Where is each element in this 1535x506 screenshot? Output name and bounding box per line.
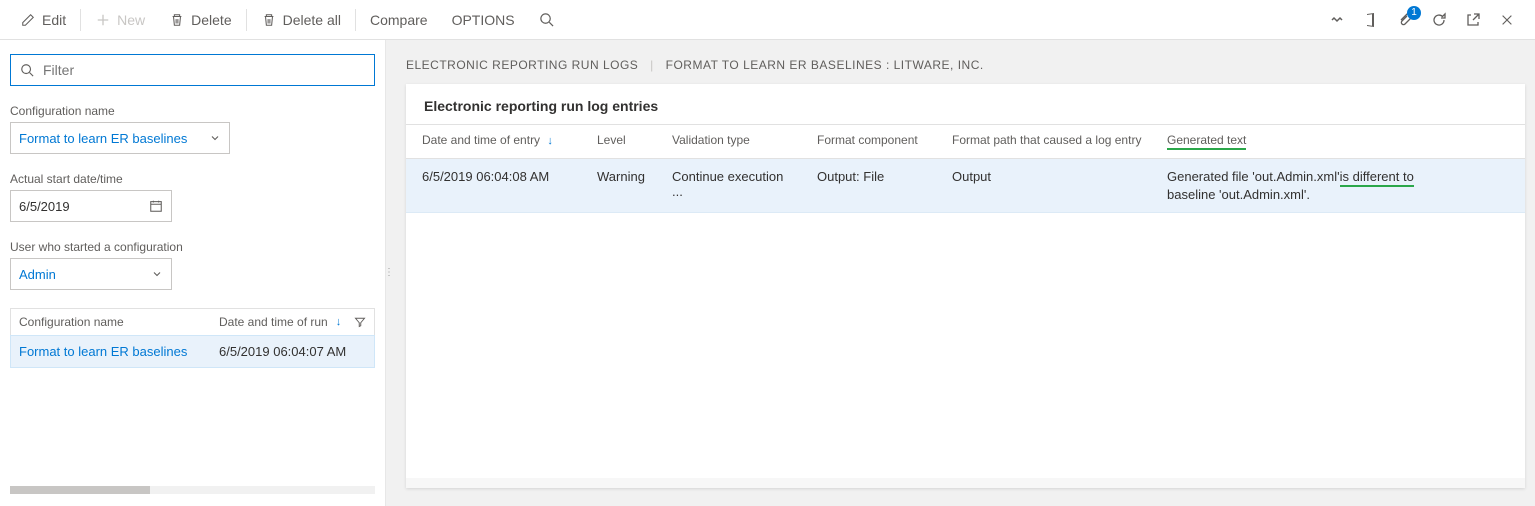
col-format-component[interactable]: Format component <box>807 133 942 150</box>
cell-format-component: Output: File <box>807 169 942 184</box>
plus-icon <box>95 12 111 28</box>
grid-header: Date and time of entry ↓ Level Validatio… <box>406 125 1525 159</box>
col-datetime[interactable]: Date and time of entry ↓ <box>412 133 587 150</box>
refresh-icon[interactable] <box>1431 12 1447 28</box>
chevron-down-icon <box>209 132 221 144</box>
config-name-value: Format to learn ER baselines <box>19 131 187 146</box>
col-generated-text[interactable]: Generated text <box>1157 133 1519 150</box>
col-format-path[interactable]: Format path that caused a log entry <box>942 133 1157 150</box>
scrollbar-thumb[interactable] <box>10 486 150 494</box>
filter-input-wrap[interactable] <box>10 54 375 86</box>
cell-level: Warning <box>587 169 662 184</box>
log-panel: Electronic reporting run log entries Dat… <box>406 84 1525 488</box>
breadcrumb-root[interactable]: ELECTRONIC REPORTING RUN LOGS <box>406 58 638 72</box>
search-button[interactable] <box>527 0 567 40</box>
col-run-time[interactable]: Date and time of run ↓ <box>219 315 366 329</box>
sort-down-icon: ↓ <box>336 316 342 328</box>
run-list-header: Configuration name Date and time of run … <box>10 308 375 335</box>
row-run-time: 6/5/2019 06:04:07 AM <box>219 344 366 359</box>
log-grid: Date and time of entry ↓ Level Validatio… <box>406 125 1525 478</box>
panel-title: Electronic reporting run log entries <box>406 84 1525 125</box>
toolbar-separator <box>355 9 356 31</box>
search-icon <box>539 12 555 28</box>
office-icon[interactable] <box>1363 12 1379 28</box>
delete-label: Delete <box>191 12 231 28</box>
popout-icon[interactable] <box>1465 12 1481 28</box>
notification-badge: 1 <box>1407 6 1421 20</box>
delete-all-label: Delete all <box>283 12 341 28</box>
col-datetime-label: Date and time of entry <box>422 133 540 147</box>
grid-row[interactable]: 6/5/2019 06:04:08 AM Warning Continue ex… <box>406 159 1525 213</box>
start-date-input[interactable]: 6/5/2019 <box>10 190 172 222</box>
left-pane: Configuration name Format to learn ER ba… <box>0 40 386 506</box>
compare-button[interactable]: Compare <box>358 0 440 40</box>
start-date-label: Actual start date/time <box>10 172 375 186</box>
toolbar-right: 1 <box>1329 12 1527 28</box>
calendar-icon <box>149 199 163 213</box>
main-area: Configuration name Format to learn ER ba… <box>0 40 1535 506</box>
start-date-field: Actual start date/time 6/5/2019 <box>10 172 375 222</box>
trash-icon <box>169 12 185 28</box>
cell-format-path: Output <box>942 169 1157 184</box>
col-run-time-label: Date and time of run <box>219 315 328 329</box>
attachments-button[interactable]: 1 <box>1397 12 1413 28</box>
edit-button[interactable]: Edit <box>8 0 78 40</box>
user-value: Admin <box>19 267 56 282</box>
user-select[interactable]: Admin <box>10 258 172 290</box>
sort-down-icon: ↓ <box>547 135 553 147</box>
app-toolbar: Edit New Delete Delete all Compare OPTIO… <box>0 0 1535 40</box>
cell-validation: Continue execution ... <box>662 169 807 199</box>
breadcrumb: ELECTRONIC REPORTING RUN LOGS | FORMAT T… <box>406 58 1525 72</box>
filter-icon[interactable] <box>354 316 366 328</box>
user-field: User who started a configuration Admin <box>10 240 375 290</box>
panel-scrollbar[interactable] <box>406 478 1525 488</box>
gen-text-highlight: is different to <box>1340 169 1414 187</box>
breadcrumb-current: FORMAT TO LEARN ER BASELINES : LITWARE, … <box>666 58 984 72</box>
filter-input[interactable] <box>41 61 366 79</box>
link-icon[interactable] <box>1329 12 1345 28</box>
trash-icon <box>261 12 277 28</box>
cell-datetime: 6/5/2019 06:04:08 AM <box>412 169 587 184</box>
col-generated-text-label: Generated text <box>1167 133 1246 150</box>
config-name-field: Configuration name Format to learn ER ba… <box>10 104 375 154</box>
close-icon[interactable] <box>1499 12 1515 28</box>
user-label: User who started a configuration <box>10 240 375 254</box>
toolbar-separator <box>246 9 247 31</box>
options-button[interactable]: OPTIONS <box>440 0 527 40</box>
right-pane: ELECTRONIC REPORTING RUN LOGS | FORMAT T… <box>392 40 1535 506</box>
delete-button[interactable]: Delete <box>157 0 243 40</box>
col-level[interactable]: Level <box>587 133 662 150</box>
pencil-icon <box>20 12 36 28</box>
cell-generated-text: Generated file 'out.Admin.xml' is differ… <box>1157 169 1519 202</box>
options-label: OPTIONS <box>452 12 515 28</box>
config-name-label: Configuration name <box>10 104 375 118</box>
run-list-row[interactable]: Format to learn ER baselines 6/5/2019 06… <box>10 335 375 368</box>
config-name-select[interactable]: Format to learn ER baselines <box>10 122 230 154</box>
gen-text-part3: baseline 'out.Admin.xml'. <box>1167 187 1310 202</box>
row-config-name: Format to learn ER baselines <box>19 344 219 359</box>
compare-label: Compare <box>370 12 428 28</box>
new-label: New <box>117 12 145 28</box>
toolbar-separator <box>80 9 81 31</box>
left-scrollbar[interactable] <box>10 486 375 496</box>
gen-text-part1: Generated file 'out.Admin.xml' <box>1167 169 1340 184</box>
col-validation[interactable]: Validation type <box>662 133 807 150</box>
delete-all-button[interactable]: Delete all <box>249 0 353 40</box>
col-config-name[interactable]: Configuration name <box>19 315 219 329</box>
chevron-down-icon <box>151 268 163 280</box>
breadcrumb-separator: | <box>650 58 654 72</box>
search-icon <box>19 62 35 78</box>
new-button[interactable]: New <box>83 0 157 40</box>
edit-label: Edit <box>42 12 66 28</box>
start-date-value: 6/5/2019 <box>19 199 70 214</box>
